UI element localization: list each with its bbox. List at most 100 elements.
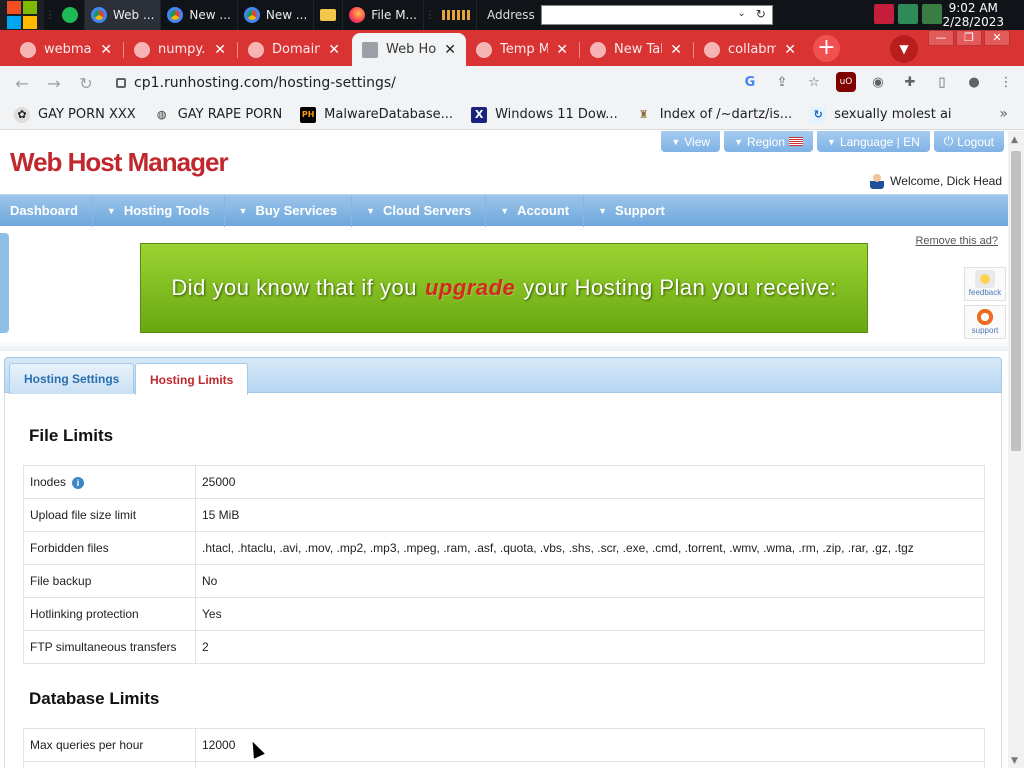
taskbar-app-chrome-2[interactable]: New ... — [161, 0, 238, 30]
language-button[interactable]: ▼ Language | EN — [817, 131, 930, 152]
lock-icon[interactable] — [116, 78, 126, 88]
bookmark-item[interactable]: X Windows 11 Dow... — [471, 106, 618, 123]
globe-icon: ◍ — [156, 108, 167, 121]
tray-app-icon[interactable] — [874, 4, 894, 24]
close-icon[interactable]: ✕ — [328, 42, 340, 58]
back-button[interactable]: ← — [6, 66, 38, 100]
taskbar-app-chrome-1[interactable]: Web ... — [85, 0, 162, 30]
close-icon[interactable]: ✕ — [100, 42, 112, 58]
close-icon[interactable]: ✕ — [214, 42, 226, 58]
scroll-up-icon[interactable]: ▲ — [1011, 135, 1018, 145]
region-label: Region — [746, 134, 786, 149]
menu-kebab-icon[interactable]: ⋮ — [996, 72, 1016, 92]
chevron-down-icon: ▼ — [827, 136, 836, 147]
close-icon[interactable]: ✕ — [444, 42, 456, 58]
close-icon[interactable]: ✕ — [556, 42, 568, 58]
refresh-icon[interactable]: ↻ — [756, 7, 766, 21]
region-button[interactable]: ▼ Region — [724, 131, 814, 152]
tab-temp-mail[interactable]: Temp M ✕ — [466, 33, 578, 66]
info-icon[interactable]: i — [72, 476, 85, 489]
side-panel-icon[interactable]: ▯ — [932, 72, 952, 92]
tab-hosting-settings[interactable]: Hosting Settings — [9, 363, 135, 394]
tab-title: collabm — [728, 42, 777, 57]
tab-collab[interactable]: collabm ✕ — [694, 33, 806, 66]
banner-text-post: your Hosting Plan you receive: — [523, 275, 837, 300]
tab-favicon-icon — [20, 41, 36, 58]
bookmarks-overflow-icon[interactable]: » — [999, 106, 1008, 122]
profile-icon[interactable]: ● — [964, 72, 984, 92]
browser-tab-strip: webmail ✕ numpy.c ✕ Domain I ✕ Web Ho ✕ Temp… — [0, 30, 1024, 66]
forward-button[interactable]: → — [38, 66, 70, 100]
nav-hosting-tools[interactable]: ▼ Hosting Tools — [93, 194, 225, 227]
bookmark-item[interactable]: ♜ Index of /~dartz/is... — [636, 107, 792, 123]
taskbar-grip: ⋮ — [45, 9, 55, 21]
address-bar[interactable]: cp1.runhosting.com/hosting-settings/ — [108, 70, 828, 96]
tab-favicon-icon — [704, 41, 720, 58]
spotify-icon — [62, 7, 78, 23]
support-widget[interactable]: support — [964, 305, 1006, 339]
tab-webmail[interactable]: webmail ✕ — [10, 33, 122, 66]
tab-numpy[interactable]: numpy.c ✕ — [124, 33, 236, 66]
upgrade-banner-ad[interactable]: Did you know that if you upgrade your Ho… — [140, 243, 868, 333]
tab-favicon-icon — [476, 41, 492, 58]
view-button[interactable]: ▼ View — [661, 131, 721, 152]
scrollbar-thumb[interactable] — [1011, 151, 1021, 451]
new-tab-button[interactable]: + — [813, 35, 840, 62]
tab-hosting-limits[interactable]: Hosting Limits — [135, 363, 249, 395]
system-tray — [874, 4, 942, 24]
minimize-icon[interactable]: — — [928, 30, 954, 46]
nav-buy-services[interactable]: ▼ Buy Services — [225, 194, 353, 227]
windows-start-icon[interactable] — [0, 0, 44, 30]
tab-favicon-icon — [590, 41, 606, 58]
extension-avatar-icon[interactable]: ◉ — [868, 72, 888, 92]
browser-toolbar: ← → ↻ cp1.runhosting.com/hosting-setting… — [0, 66, 1024, 100]
reload-button[interactable]: ↻ — [70, 66, 102, 100]
taskbar-explorer[interactable] — [314, 0, 344, 30]
taskbar-grip: ⋮ — [425, 9, 435, 21]
google-icon[interactable]: G — [740, 72, 760, 92]
taskbar-app-firefox[interactable]: File M... — [343, 0, 424, 30]
bookmark-item[interactable]: ◍ GAY RAPE PORN — [154, 107, 282, 123]
tray-app-icon[interactable] — [922, 4, 942, 24]
bookmark-star-icon[interactable]: ☆ — [804, 72, 824, 92]
chevron-down-icon: ▼ — [671, 136, 681, 147]
view-label: View — [684, 134, 711, 149]
scroll-down-icon[interactable]: ▼ — [1011, 756, 1018, 766]
close-icon[interactable]: ✕ — [670, 42, 682, 58]
share-icon[interactable]: ⇪ — [772, 72, 792, 92]
logout-button[interactable]: ⏻ Logout — [933, 131, 1004, 152]
bookmark-item[interactable]: ✿ GAY PORN XXX — [14, 106, 136, 123]
bookmark-label: sexually molest ai — [834, 107, 952, 122]
taskbar-app-chrome-3[interactable]: New ... — [238, 0, 315, 30]
ublock-icon[interactable]: uO — [836, 72, 856, 92]
side-slide-tab[interactable] — [0, 233, 9, 333]
extensions-puzzle-icon[interactable]: ✚ — [900, 72, 920, 92]
taskbar-keyboard[interactable] — [436, 0, 477, 30]
feedback-widget[interactable]: feedback — [964, 267, 1006, 301]
nav-dashboard[interactable]: Dashboard — [0, 194, 93, 227]
chevron-down-icon[interactable]: ⌄ — [737, 8, 745, 19]
nav-label: Buy Services — [255, 203, 338, 218]
nav-cloud-servers[interactable]: ▼ Cloud Servers — [352, 194, 487, 227]
nav-account[interactable]: ▼ Account — [486, 194, 585, 227]
maximize-icon[interactable]: ❐ — [956, 30, 982, 46]
close-icon[interactable]: ✕ — [784, 42, 796, 58]
nav-support[interactable]: ▼ Support — [584, 195, 679, 227]
close-window-icon[interactable]: ✕ — [984, 30, 1010, 46]
tab-new-tab[interactable]: New Tab ✕ — [580, 33, 692, 66]
tab-domain[interactable]: Domain I ✕ — [238, 33, 350, 66]
tray-app-icon[interactable] — [898, 4, 918, 24]
tab-search-button[interactable]: ▼ — [890, 35, 918, 63]
tab-web-host-manager[interactable]: Web Ho ✕ — [352, 33, 466, 66]
bookmark-item[interactable]: PH MalwareDatabase... — [300, 106, 453, 123]
bookmark-item[interactable]: ↻ sexually molest ai — [810, 106, 952, 123]
taskbar-clock[interactable]: 9:02 AM 2/28/2023 — [942, 1, 1004, 29]
tab-title: New Tab — [614, 42, 662, 57]
page-scrollbar[interactable]: ▲ ▼ — [1008, 131, 1024, 768]
site-logo[interactable]: Web Host Manager — [10, 147, 229, 178]
taskbar-spotify[interactable] — [56, 0, 85, 30]
bookmark-label: GAY PORN XXX — [38, 107, 136, 122]
address-toolbar-input[interactable]: ⌄ ↻ — [540, 5, 773, 25]
chrome-icon — [243, 7, 260, 23]
remove-ad-link[interactable]: Remove this ad? — [915, 235, 998, 247]
